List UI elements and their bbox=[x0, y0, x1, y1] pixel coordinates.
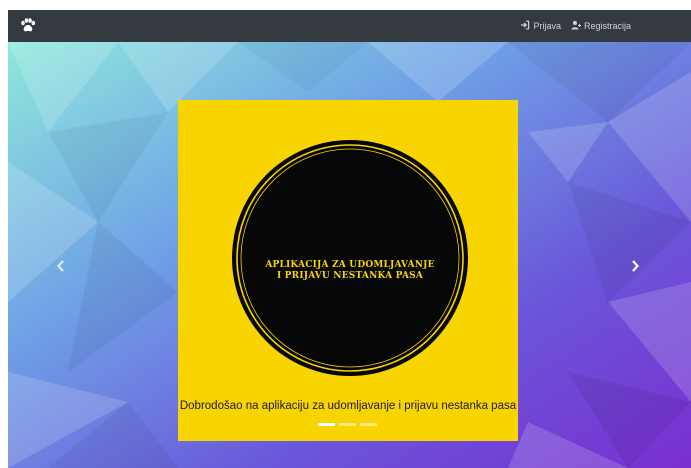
hero-carousel: APLIKACIJA ZA UDOMLJAVANJE I PRIJAVU NES… bbox=[8, 42, 691, 468]
badge-title: APLIKACIJA ZA UDOMLJAVANJE I PRIJAVU NES… bbox=[230, 260, 470, 282]
register-label: Registracija bbox=[583, 21, 631, 31]
paw-icon[interactable] bbox=[18, 16, 38, 36]
chevron-right-icon bbox=[630, 259, 640, 277]
slide-caption: Dobrodošao na aplikaciju za udomljavanje… bbox=[179, 400, 517, 412]
carousel-indicator-2[interactable] bbox=[339, 423, 356, 426]
user-plus-icon bbox=[571, 20, 581, 32]
sign-in-icon bbox=[520, 20, 530, 32]
register-link[interactable]: Registracija bbox=[571, 20, 631, 32]
navbar-links: Prijava Registracija bbox=[520, 10, 631, 42]
carousel-prev-button[interactable] bbox=[54, 260, 68, 276]
carousel-indicators bbox=[318, 423, 378, 426]
navbar: Prijava Registracija bbox=[8, 10, 691, 42]
badge-title-line-2: I PRIJAVU NESTANKA PASA bbox=[276, 271, 424, 281]
login-link[interactable]: Prijava bbox=[520, 20, 561, 32]
logo-badge: APLIKACIJA ZA UDOMLJAVANJE I PRIJAVU NES… bbox=[230, 138, 470, 378]
carousel-indicator-3[interactable] bbox=[360, 423, 377, 426]
login-label: Prijava bbox=[533, 21, 561, 31]
carousel-slide: APLIKACIJA ZA UDOMLJAVANJE I PRIJAVU NES… bbox=[178, 100, 518, 441]
carousel-next-button[interactable] bbox=[628, 260, 642, 276]
carousel-indicator-1[interactable] bbox=[318, 423, 335, 426]
chevron-left-icon bbox=[56, 259, 66, 277]
badge-title-line-1: APLIKACIJA ZA UDOMLJAVANJE bbox=[265, 260, 435, 270]
